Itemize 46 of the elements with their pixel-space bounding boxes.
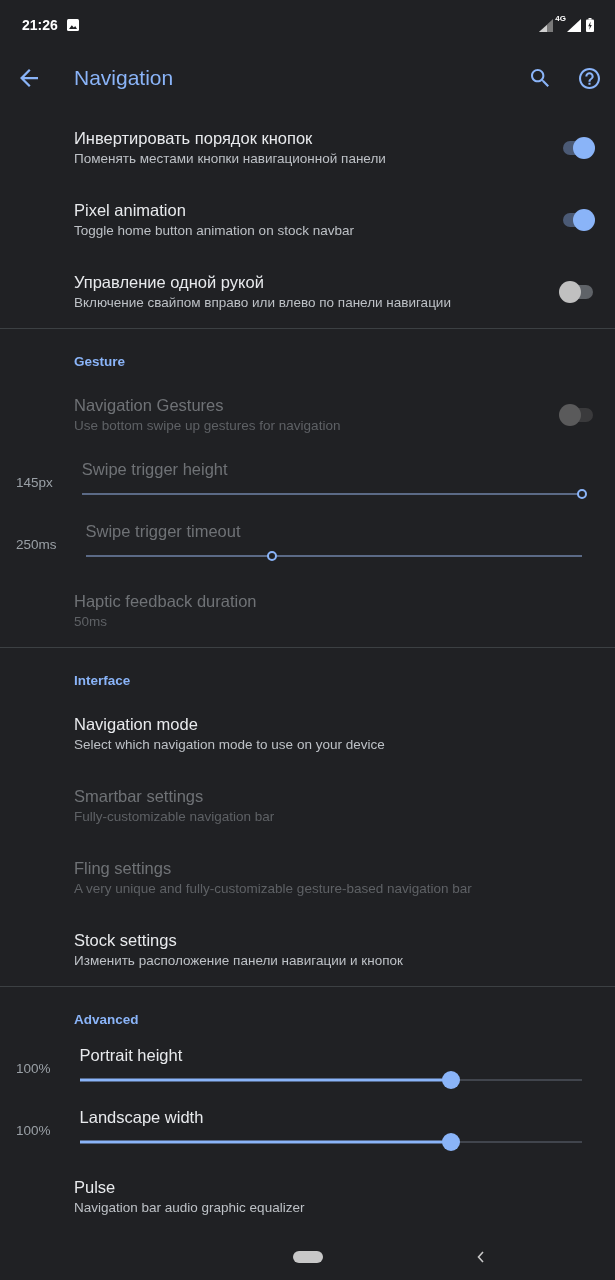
pref-summary: Fully-customizable navigation bar: [74, 808, 275, 826]
back-arrow-icon[interactable]: [20, 69, 38, 87]
signal-icon: [567, 18, 581, 32]
pref-summary: Поменять местами кнопки навигационной панели: [74, 150, 386, 168]
pref-summary: Navigation bar audio graphic equalizer: [74, 1199, 305, 1217]
pref-summary: A very unique and fully-customizable gesture-based navigation bar: [74, 880, 472, 898]
category-header: Gesture: [74, 353, 126, 371]
pref-title: Fling settings: [74, 858, 172, 879]
back-chevron-icon[interactable]: [476, 1250, 484, 1263]
pref-title[interactable]: Navigation mode: [74, 713, 198, 735]
pref-title[interactable]: Stock settings: [74, 929, 177, 951]
network-type: 4G: [555, 15, 566, 23]
slider-title: Swipe trigger timeout: [85, 521, 241, 542]
slider-value: 250ms: [16, 536, 57, 552]
pref-summary: Включение свайпом вправо или влево по панели навигации: [74, 294, 451, 312]
pref-summary: Toggle home button animation on stock navbar: [74, 222, 354, 240]
search-icon[interactable]: [531, 69, 549, 87]
toolbar-title: Navigation: [74, 66, 174, 90]
status-time: 21:26: [22, 17, 58, 33]
toggle-switch[interactable]: [559, 281, 595, 303]
battery-icon: [586, 18, 594, 32]
pref-summary: Use bottom swipe up gestures for navigation: [74, 417, 341, 435]
slider-value: 145px: [16, 474, 53, 490]
pref-summary: Select which navigation mode to use on your device: [74, 736, 385, 754]
pref-title[interactable]: Управление одной рукой: [74, 271, 264, 293]
slider-value: 100%: [16, 1122, 51, 1138]
pref-title[interactable]: Pixel animation: [74, 199, 186, 221]
pref-title[interactable]: Pulse: [74, 1176, 116, 1198]
category-header: Advanced: [74, 1011, 139, 1029]
signal-icon: [539, 18, 554, 32]
pref-title: Navigation Gestures: [74, 395, 224, 416]
slider-thumb[interactable]: [442, 1071, 461, 1089]
slider-title: Swipe trigger height: [81, 459, 228, 480]
slider-value: 100%: [16, 1060, 51, 1076]
pref-summary: Изменить расположение панели навигации и кнопок: [74, 952, 403, 970]
category-header: Interface: [74, 672, 131, 690]
slider-title: Portrait height: [79, 1045, 183, 1066]
home-pill[interactable]: [292, 1250, 323, 1263]
slider-title: Landscape width: [79, 1107, 204, 1128]
pref-summary: 50ms: [74, 613, 107, 631]
pref-title: Smartbar settings: [74, 786, 204, 807]
image-icon: [66, 19, 79, 31]
help-icon[interactable]: [579, 67, 600, 89]
pref-title[interactable]: Инвертировать порядок кнопок: [74, 127, 313, 149]
pref-title: Haptic feedback duration: [74, 591, 257, 612]
slider-thumb[interactable]: [442, 1133, 461, 1151]
